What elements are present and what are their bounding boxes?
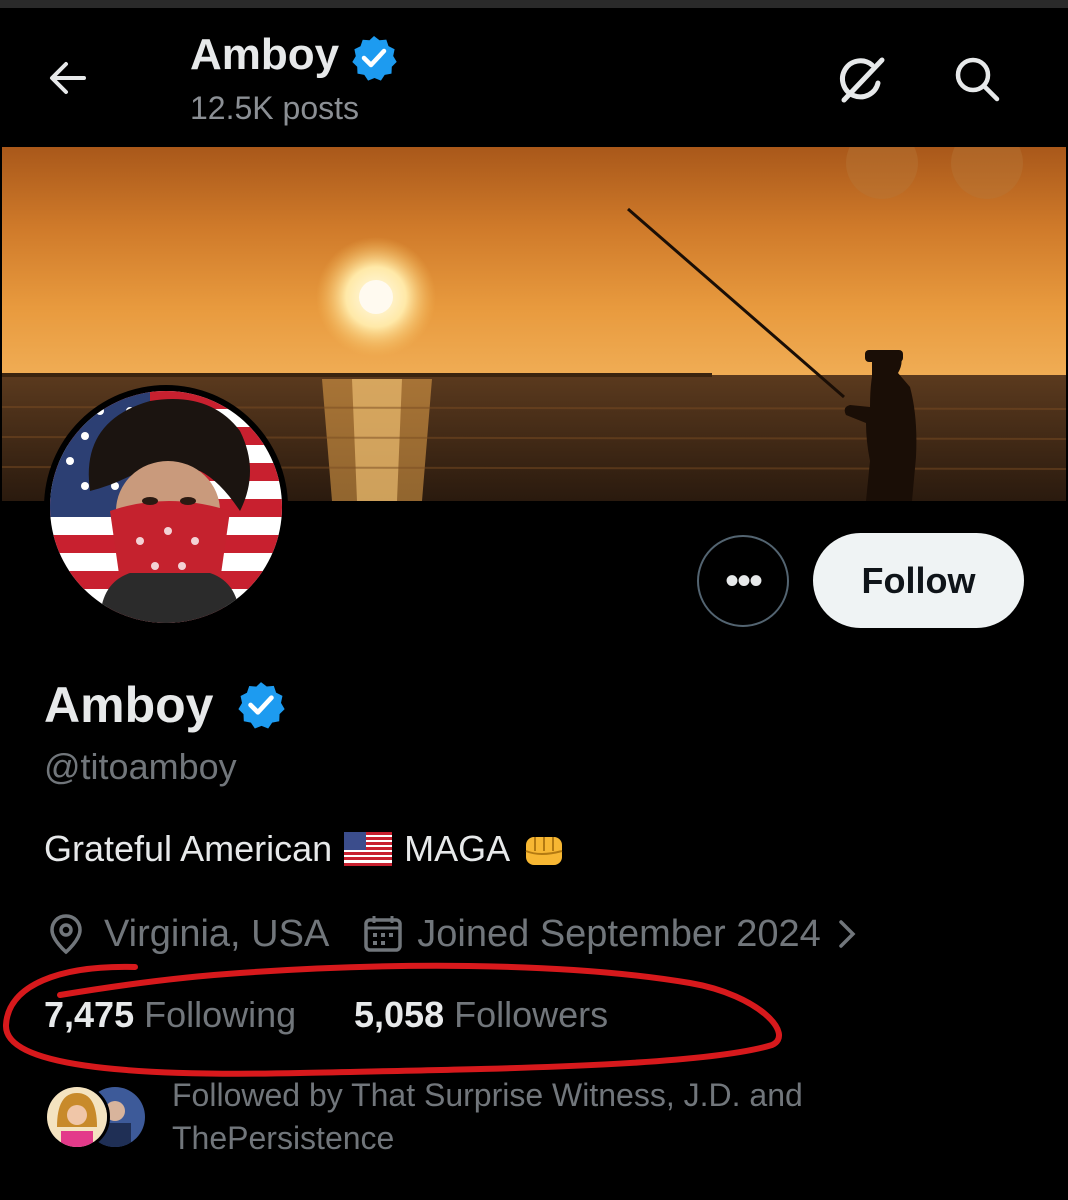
- header-title: Amboy: [190, 30, 340, 79]
- us-flag-icon: [344, 832, 393, 866]
- profile-meta: Virginia, USA Joined September 2024: [44, 912, 859, 956]
- arrow-left-icon[interactable]: [44, 54, 92, 102]
- chevron-right-icon[interactable]: [835, 916, 859, 952]
- profile-handle: @titoamboy: [44, 746, 237, 787]
- search-icon[interactable]: [950, 52, 1004, 106]
- avatar[interactable]: [44, 385, 288, 629]
- verified-badge-icon: [236, 680, 286, 730]
- verified-badge-icon: [350, 34, 398, 82]
- following-count: 7,475: [44, 994, 135, 1035]
- fist-icon: [522, 829, 568, 869]
- follow-button[interactable]: Follow: [813, 533, 1024, 628]
- post-count: 12.5K posts: [190, 90, 359, 126]
- following-label: Following: [144, 994, 297, 1035]
- followers-link[interactable]: 5,058 Followers: [354, 994, 608, 1036]
- calendar-icon: [363, 914, 403, 954]
- followers-count: 5,058: [354, 994, 445, 1035]
- location-pin-icon: [44, 912, 88, 956]
- profile-bio: Grateful American MAGA: [44, 828, 568, 870]
- followed-by-text: Followed by That Surprise Witness, J.D. …: [172, 1077, 803, 1156]
- location-text: Virginia, USA: [104, 912, 330, 955]
- followers-label: Followers: [454, 994, 609, 1035]
- follower-avatar: [44, 1084, 110, 1150]
- bio-text: Grateful American: [44, 828, 333, 869]
- more-options-button[interactable]: •••: [697, 535, 789, 627]
- bio-text: MAGA: [404, 828, 511, 869]
- joined-date: Joined September 2024: [417, 912, 821, 955]
- grok-icon[interactable]: [834, 52, 890, 108]
- profile-name: Amboy: [44, 677, 214, 733]
- status-strip: [0, 0, 1068, 8]
- following-link[interactable]: 7,475 Following: [44, 994, 296, 1036]
